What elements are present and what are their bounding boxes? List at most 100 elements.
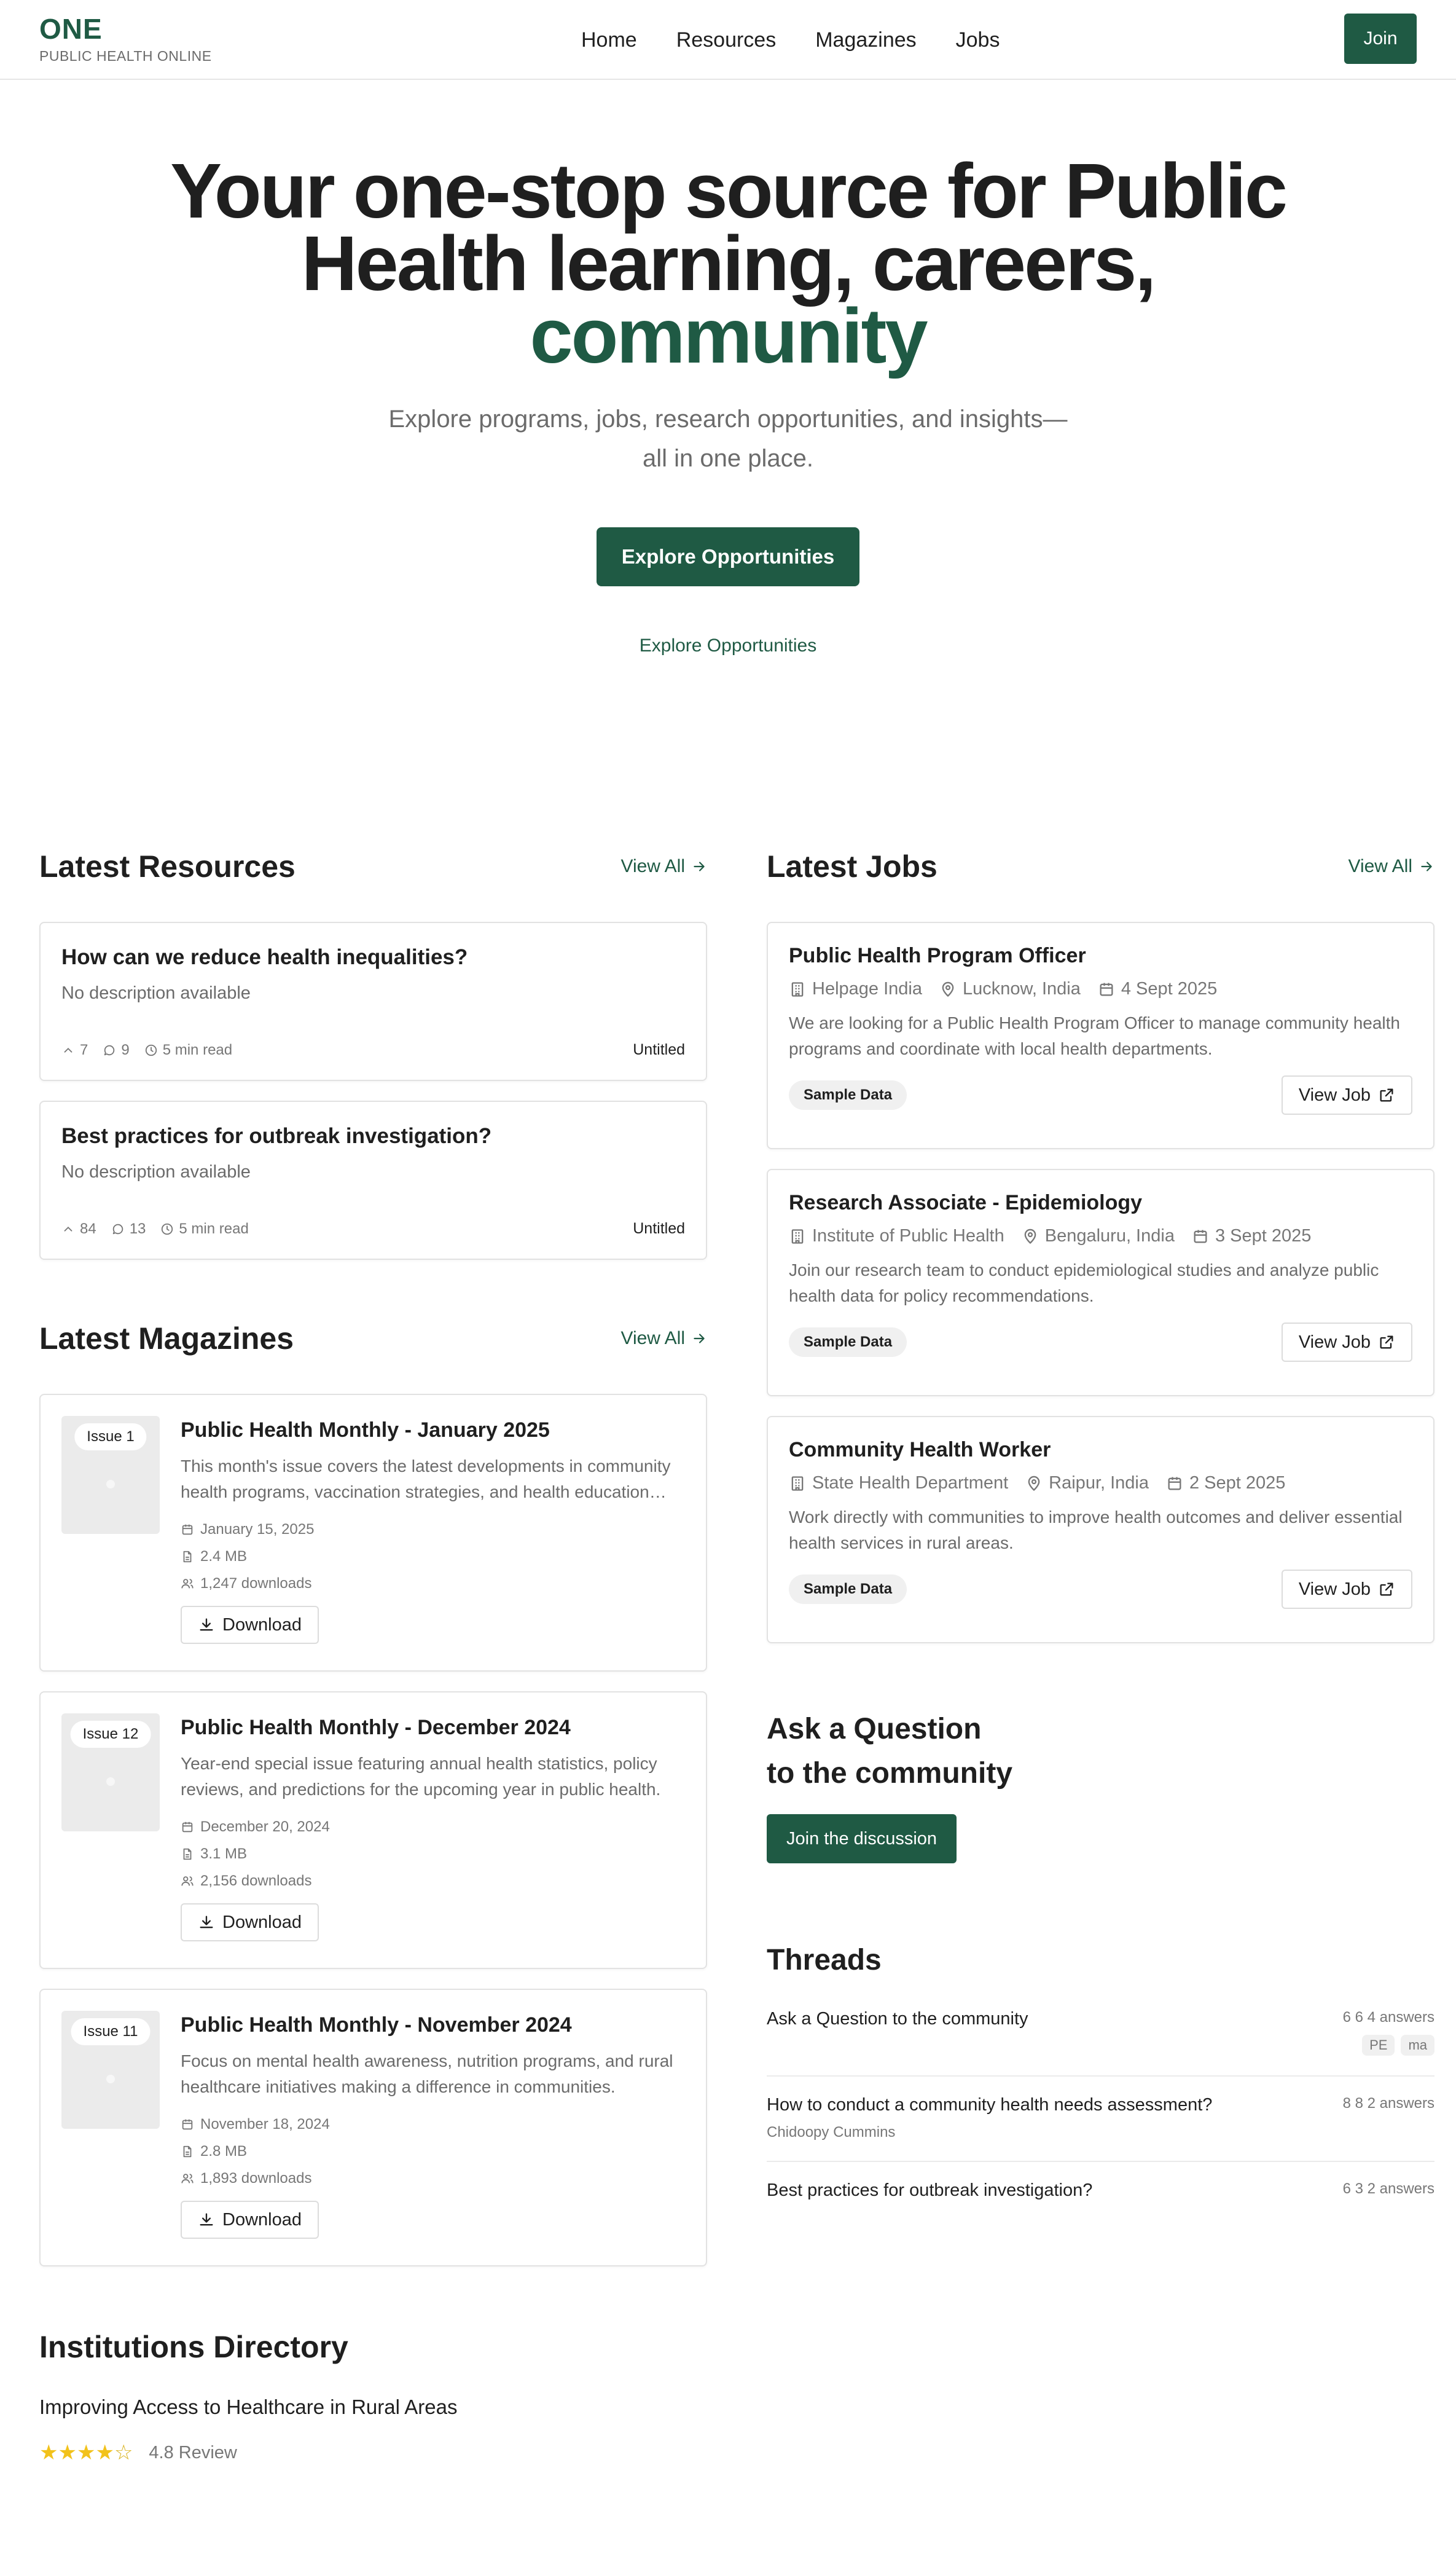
join-button[interactable]: Join — [1344, 14, 1417, 64]
magazine-downloads-value: 1,893 downloads — [200, 2170, 312, 2187]
magazine-downloads: 1,893 downloads — [181, 2165, 685, 2192]
brand-logo[interactable]: ONE PUBLIC HEALTH ONLINE — [39, 15, 212, 65]
nav-magazines[interactable]: Magazines — [815, 28, 916, 52]
jobs-view-all-link[interactable]: View All — [1348, 856, 1434, 877]
magazine-downloads-value: 2,156 downloads — [200, 1873, 312, 1889]
thread-side: 6 6 4 answers PE ma — [1343, 2009, 1434, 2056]
nav-jobs[interactable]: Jobs — [956, 28, 1000, 52]
download-icon — [200, 2213, 213, 2226]
thread-item[interactable]: Ask a Question to the community 6 6 4 an… — [767, 1991, 1434, 2077]
chevron-up-icon — [64, 1047, 72, 1053]
magazine-card: Issue 11 Public Health Monthly - Novembe… — [39, 1989, 707, 2266]
main-nav: Home Resources Magazines Jobs — [581, 0, 1000, 80]
arrow-right-icon — [694, 1334, 705, 1343]
job-title: Public Health Program Officer — [789, 944, 1086, 967]
upvote-count[interactable]: 7 — [61, 1042, 88, 1059]
thread-title: How to conduct a community health needs … — [767, 2095, 1213, 2115]
resource-meta: 7 9 5 min read Untitled — [61, 1041, 685, 1059]
thread-stats: 6 3 2 answers — [1342, 2180, 1434, 2197]
stars-container: ★★★★☆ — [39, 2442, 133, 2463]
job-date-value: 3 Sept 2025 — [1215, 1226, 1312, 1246]
download-button[interactable]: Download — [181, 1606, 319, 1644]
download-button[interactable]: Download — [181, 2201, 319, 2239]
view-all-label: View All — [620, 1328, 685, 1348]
cover-placeholder-icon — [106, 2075, 115, 2083]
magazine-title: Public Health Monthly - November 2024 — [181, 2013, 572, 2037]
resources-view-all-link[interactable]: View All — [620, 856, 707, 877]
calendar-icon — [1194, 1230, 1207, 1243]
magazine-size: 2.4 MB — [181, 1543, 685, 1570]
magazine-info: January 15, 2025 2.4 MB 1,247 downloads — [181, 1516, 685, 1597]
cover-placeholder-icon — [106, 1777, 115, 1786]
magazine-date: December 20, 2024 — [181, 1814, 685, 1841]
resources-title: Latest Resources — [39, 849, 296, 884]
building-icon — [791, 981, 804, 997]
resource-category: Untitled — [633, 1220, 685, 1237]
ask-question-title: Ask a Question to the community — [767, 1707, 1434, 1796]
resource-card[interactable]: How can we reduce health inequalities? N… — [39, 922, 707, 1081]
magazine-downloads-value: 1,247 downloads — [200, 1575, 312, 1592]
magazine-date-value: January 15, 2025 — [200, 1521, 315, 1538]
resource-title: Best practices for outbreak investigatio… — [61, 1124, 492, 1148]
left-column: Latest Resources View All How can we red… — [39, 842, 707, 2266]
job-date: 3 Sept 2025 — [1192, 1226, 1311, 1246]
read-time-value: 5 min read — [179, 1220, 249, 1237]
magazine-cover[interactable]: Issue 1 — [61, 1416, 160, 1534]
magazines-view-all-link[interactable]: View All — [620, 1328, 707, 1349]
download-icon — [200, 1916, 213, 1928]
magazines-title: Latest Magazines — [39, 1321, 294, 1356]
job-location-value: Bengaluru, India — [1044, 1226, 1175, 1246]
join-discussion-button[interactable]: Join the discussion — [767, 1814, 957, 1863]
explore-opportunities-button[interactable]: Explore Opportunities — [597, 527, 859, 586]
resources-header: Latest Resources View All — [39, 842, 707, 891]
magazine-info: December 20, 2024 3.1 MB 2,156 downloads — [181, 1814, 685, 1895]
job-card: Community Health Worker State Health Dep… — [767, 1416, 1434, 1643]
external-link-icon — [1380, 1088, 1393, 1102]
institutions-title: Institutions Directory — [39, 2330, 348, 2364]
view-job-button[interactable]: View Job — [1281, 1570, 1412, 1609]
star-filled-icon: ★ — [76, 2441, 96, 2464]
magazine-title: Public Health Monthly - January 2025 — [181, 1418, 550, 1442]
nav-home[interactable]: Home — [581, 28, 637, 52]
thread-title: Ask a Question to the community — [767, 2009, 1028, 2029]
thread-item[interactable]: How to conduct a community health needs … — [767, 2077, 1434, 2162]
resource-card[interactable]: Best practices for outbreak investigatio… — [39, 1101, 707, 1260]
magazine-card: Issue 12 Public Health Monthly - Decembe… — [39, 1691, 707, 1969]
resource-description: No description available — [61, 983, 251, 1003]
thread-side: 6 3 2 answers — [1343, 2180, 1434, 2201]
download-button[interactable]: Download — [181, 1903, 319, 1941]
thread-stats: 6 6 4 answers — [1342, 2009, 1434, 2026]
thread-item[interactable]: Best practices for outbreak investigatio… — [767, 2162, 1434, 2220]
view-all-label: View All — [1348, 856, 1412, 876]
comment-count: 13 — [111, 1221, 146, 1238]
institution-item-title[interactable]: Improving Access to Healthcare in Rural … — [39, 2396, 1415, 2419]
upvote-value: 84 — [80, 1220, 96, 1237]
view-job-button[interactable]: View Job — [1281, 1323, 1412, 1362]
external-link-icon — [1380, 1335, 1393, 1349]
magazine-cover[interactable]: Issue 11 — [61, 2011, 160, 2129]
magazine-cover[interactable]: Issue 12 — [61, 1713, 160, 1831]
calendar-icon — [1100, 983, 1113, 996]
sample-data-badge: Sample Data — [789, 1574, 907, 1604]
job-location: Raipur, India — [1025, 1473, 1149, 1493]
thread-list: Ask a Question to the community 6 6 4 an… — [767, 1991, 1434, 2220]
resource-meta: 84 13 5 min read Untitled — [61, 1220, 685, 1238]
job-footer: Sample Data View Job — [789, 1323, 1412, 1362]
job-description: Join our research team to conduct epidem… — [789, 1260, 1379, 1305]
nav-resources[interactable]: Resources — [676, 28, 777, 52]
thread-author: Chidoopy Cummins — [767, 2124, 896, 2140]
magazine-body: Public Health Monthly - November 2024 Fo… — [181, 2011, 685, 2244]
magazine-date-value: November 18, 2024 — [200, 2116, 330, 2132]
magazine-size: 3.1 MB — [181, 1841, 685, 1868]
upvote-count[interactable]: 84 — [61, 1221, 96, 1238]
resource-category: Untitled — [633, 1041, 685, 1058]
thread-title: Best practices for outbreak investigatio… — [767, 2180, 1093, 2200]
resource-title: How can we reduce health inequalities? — [61, 945, 468, 969]
magazine-size-value: 3.1 MB — [200, 1846, 248, 1862]
job-org-value: Institute of Public Health — [812, 1226, 1004, 1246]
star-filled-icon: ★ — [58, 2441, 77, 2464]
job-description: We are looking for a Public Health Progr… — [789, 1013, 1400, 1058]
view-job-button[interactable]: View Job — [1281, 1075, 1412, 1115]
explore-opportunities-link[interactable]: Explore Opportunities — [0, 635, 1456, 656]
sample-data-badge: Sample Data — [789, 1327, 907, 1357]
